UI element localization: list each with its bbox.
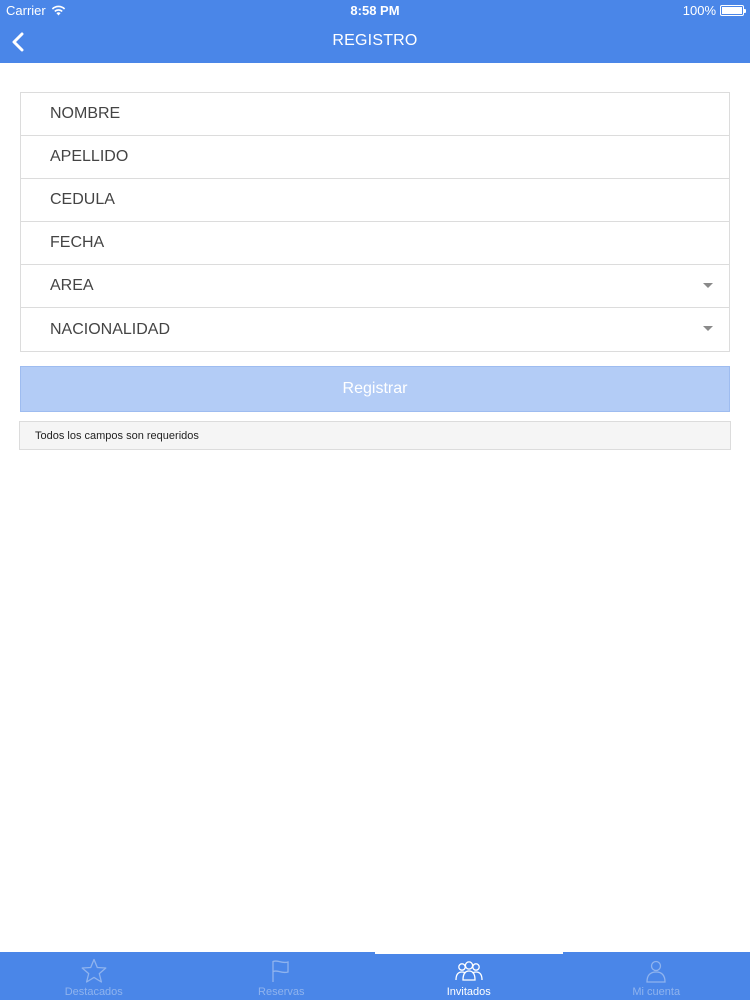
apellido-field-label: APELLIDO [50, 148, 129, 165]
required-fields-notice: Todos los campos son requeridos [19, 421, 731, 450]
status-time: 8:58 PM [350, 3, 400, 18]
battery-indicator: 100% [682, 3, 746, 18]
tab-mi-cuenta-label: Mi cuenta [632, 986, 681, 998]
flag-icon [272, 960, 289, 982]
tab-invitados-label: Invitados [446, 986, 491, 998]
nacionalidad-select[interactable]: NACIONALIDAD [21, 308, 729, 351]
caret-down-icon [703, 326, 713, 331]
fecha-field[interactable]: FECHA [21, 222, 729, 265]
tab-mi-cuenta[interactable]: Mi cuenta [563, 952, 750, 1000]
apellido-field[interactable]: APELLIDO [21, 136, 729, 179]
nombre-field[interactable]: NOMBRE [21, 93, 729, 136]
tab-reservas[interactable]: Reservas [188, 952, 376, 1000]
tab-bar: Destacados Reservas Invitados Mi cuenta [0, 952, 750, 1000]
page-title: REGISTRO [332, 32, 418, 49]
nacionalidad-select-label: NACIONALIDAD [50, 320, 171, 338]
caret-down-icon [703, 283, 713, 288]
register-button[interactable]: Registrar [20, 366, 730, 412]
tab-destacados[interactable]: Destacados [0, 952, 188, 1000]
battery-icon [720, 5, 746, 16]
cedula-field[interactable]: CEDULA [21, 179, 729, 222]
group-icon [455, 961, 483, 981]
star-icon [81, 958, 107, 983]
user-icon [646, 960, 666, 983]
battery-percent: 100% [682, 3, 716, 18]
fecha-field-label: FECHA [50, 234, 105, 251]
nombre-field-label: NOMBRE [50, 105, 121, 122]
area-select[interactable]: AREA [21, 265, 729, 308]
tab-destacados-label: Destacados [64, 986, 123, 998]
navigation-bar: REGISTRO [0, 22, 750, 63]
status-bar: Carrier 8:58 PM 100% [0, 0, 750, 22]
tab-invitados[interactable]: Invitados [375, 952, 563, 1000]
cedula-field-label: CEDULA [50, 191, 115, 208]
required-fields-text: Todos los campos son requeridos [35, 429, 199, 442]
registration-form: NOMBRE APELLIDO CEDULA FECHA AREA NACION… [20, 92, 730, 352]
tab-reservas-label: Reservas [258, 986, 305, 998]
area-select-label: AREA [50, 277, 94, 294]
